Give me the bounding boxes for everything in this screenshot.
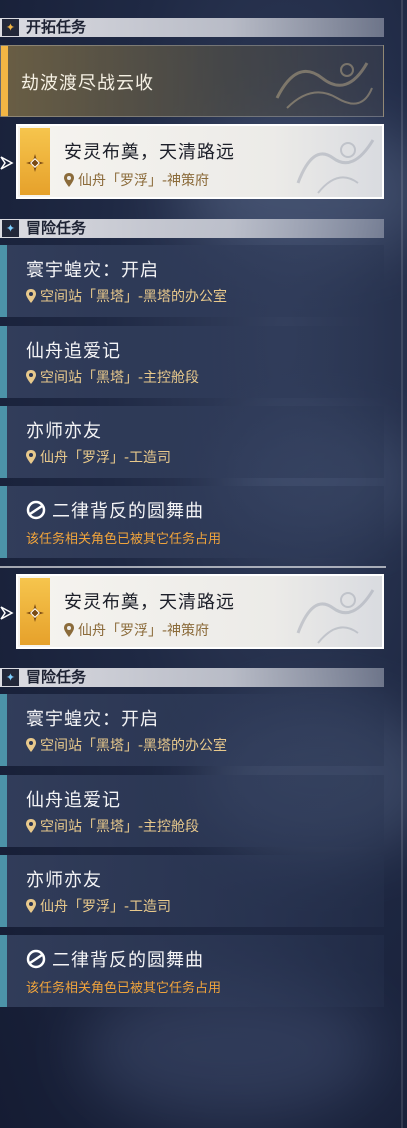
card-accent-bar: [0, 935, 7, 1007]
mission-title: 安灵布奠，天清路远: [64, 142, 235, 163]
diamond-star-icon: ✦: [2, 19, 19, 36]
character-occupied-icon: [26, 500, 46, 520]
location-text: 空间站「黑塔」-主控舱段: [40, 819, 200, 835]
location-text: 仙舟「罗浮」-神策府: [78, 173, 210, 189]
map-pin-icon: [26, 370, 36, 384]
mission-title: 仙舟追爱记: [26, 790, 121, 811]
mission-location: 空间站「黑塔」-主控舱段: [26, 367, 199, 387]
adventure-mission-card[interactable]: 二律背反的圆舞曲 该任务相关角色已被其它任务占用: [0, 486, 384, 558]
mission-title: 亦师亦友: [26, 421, 102, 442]
four-point-star-icon: ✦: [2, 220, 19, 237]
location-text: 空间站「黑塔」-主控舱段: [40, 370, 200, 386]
mission-title-text: 二律背反的圆舞曲: [52, 950, 204, 971]
mission-title: 二律背反的圆舞曲: [26, 497, 204, 523]
section-header-trailblaze: ✦ 开拓任务: [0, 18, 384, 37]
dragon-ornament-icon: [296, 589, 375, 644]
card-accent-bar: [0, 245, 7, 317]
card-accent-bar: [0, 486, 7, 558]
adventure-mission-card[interactable]: 寰宇蝗灾：开启 空间站「黑塔」-黑塔的办公室: [0, 694, 384, 766]
mission-location: 仙舟「罗浮」-神策府: [64, 620, 209, 640]
card-accent-bar: [1, 46, 8, 116]
tracked-badge: [20, 578, 50, 645]
map-pin-icon: [64, 623, 74, 637]
mission-location: 空间站「黑塔」-主控舱段: [26, 816, 199, 836]
map-pin-icon: [26, 738, 36, 752]
mission-title: 寰宇蝗灾：开启: [26, 260, 159, 281]
mission-title: 劫波渡尽战云收: [21, 73, 154, 94]
character-occupied-icon: [26, 949, 46, 969]
location-text: 仙舟「罗浮」-工造司: [40, 450, 172, 466]
tracking-arrow-icon: [0, 606, 14, 620]
adventure-mission-card[interactable]: 仙舟追爱记 空间站「黑塔」-主控舱段: [0, 326, 384, 398]
dragon-ornament-icon: [275, 62, 373, 109]
four-point-star-icon: ✦: [2, 669, 19, 686]
mission-title: 寰宇蝗灾：开启: [26, 709, 159, 730]
location-text: 空间站「黑塔」-黑塔的办公室: [40, 738, 228, 754]
mission-location: 仙舟「罗浮」-神策府: [64, 170, 209, 190]
mission-title: 亦师亦友: [26, 870, 102, 891]
occupied-warning: 该任务相关角色已被其它任务占用: [26, 981, 222, 996]
adventure-mission-card[interactable]: 亦师亦友 仙舟「罗浮」-工造司: [0, 406, 384, 478]
map-pin-icon: [64, 173, 74, 187]
mission-title-text: 二律背反的圆舞曲: [52, 501, 204, 522]
location-text: 仙舟「罗浮」-工造司: [40, 899, 172, 915]
section-header-adventure: ✦ 冒险任务: [0, 219, 384, 238]
mission-location: 仙舟「罗浮」-工造司: [26, 896, 171, 916]
section-header-adventure: ✦ 冒险任务: [0, 668, 384, 687]
mission-title: 二律背反的圆舞曲: [26, 946, 204, 972]
map-pin-icon: [26, 289, 36, 303]
tracked-badge: [20, 128, 50, 195]
adventure-mission-card[interactable]: 二律背反的圆舞曲 该任务相关角色已被其它任务占用: [0, 935, 384, 1007]
map-pin-icon: [26, 450, 36, 464]
mission-location: 空间站「黑塔」-黑塔的办公室: [26, 735, 227, 755]
dragon-ornament-icon: [296, 139, 375, 194]
tracked-mission-card[interactable]: 安灵布奠，天清路远 仙舟「罗浮」-神策府: [16, 124, 384, 199]
section-title: 冒险任务: [26, 219, 87, 237]
card-accent-bar: [0, 406, 7, 478]
mission-location: 空间站「黑塔」-黑塔的办公室: [26, 286, 227, 306]
card-accent-bar: [0, 694, 7, 766]
tracking-arrow-icon: [0, 156, 14, 170]
card-accent-bar: [0, 855, 7, 927]
adventure-mission-card[interactable]: 仙舟追爱记 空间站「黑塔」-主控舱段: [0, 775, 384, 847]
compass-star-icon: [26, 154, 44, 172]
mission-title: 仙舟追爱记: [26, 341, 121, 362]
location-text: 空间站「黑塔」-黑塔的办公室: [40, 289, 228, 305]
adventure-mission-card[interactable]: 亦师亦友 仙舟「罗浮」-工造司: [0, 855, 384, 927]
card-accent-bar: [0, 775, 7, 847]
section-title: 开拓任务: [26, 18, 87, 36]
tracked-mission-card[interactable]: 安灵布奠，天清路远 仙舟「罗浮」-神策府: [16, 574, 384, 649]
mission-location: 仙舟「罗浮」-工造司: [26, 447, 171, 467]
card-accent-bar: [0, 326, 7, 398]
map-pin-icon: [26, 899, 36, 913]
section-title: 冒险任务: [26, 668, 87, 686]
location-text: 仙舟「罗浮」-神策府: [78, 623, 210, 639]
map-pin-icon: [26, 819, 36, 833]
compass-star-icon: [26, 604, 44, 622]
scrollbar-track[interactable]: [401, 0, 403, 1128]
mission-title: 安灵布奠，天清路远: [64, 592, 235, 613]
trailblaze-mission-card[interactable]: 劫波渡尽战云收: [0, 45, 384, 117]
occupied-warning: 该任务相关角色已被其它任务占用: [26, 532, 222, 547]
adventure-mission-card[interactable]: 寰宇蝗灾：开启 空间站「黑塔」-黑塔的办公室: [0, 245, 384, 317]
mission-list-panel-bottom: 安灵布奠，天清路远 仙舟「罗浮」-神策府 ✦ 冒险任务 寰宇蝗灾：开启 空间站「…: [0, 568, 386, 1128]
mission-list-panel-top: ✦ 开拓任务 劫波渡尽战云收 安灵布奠，天清路远 仙舟「罗浮」-神策府 ✦ 冒险…: [0, 0, 386, 566]
